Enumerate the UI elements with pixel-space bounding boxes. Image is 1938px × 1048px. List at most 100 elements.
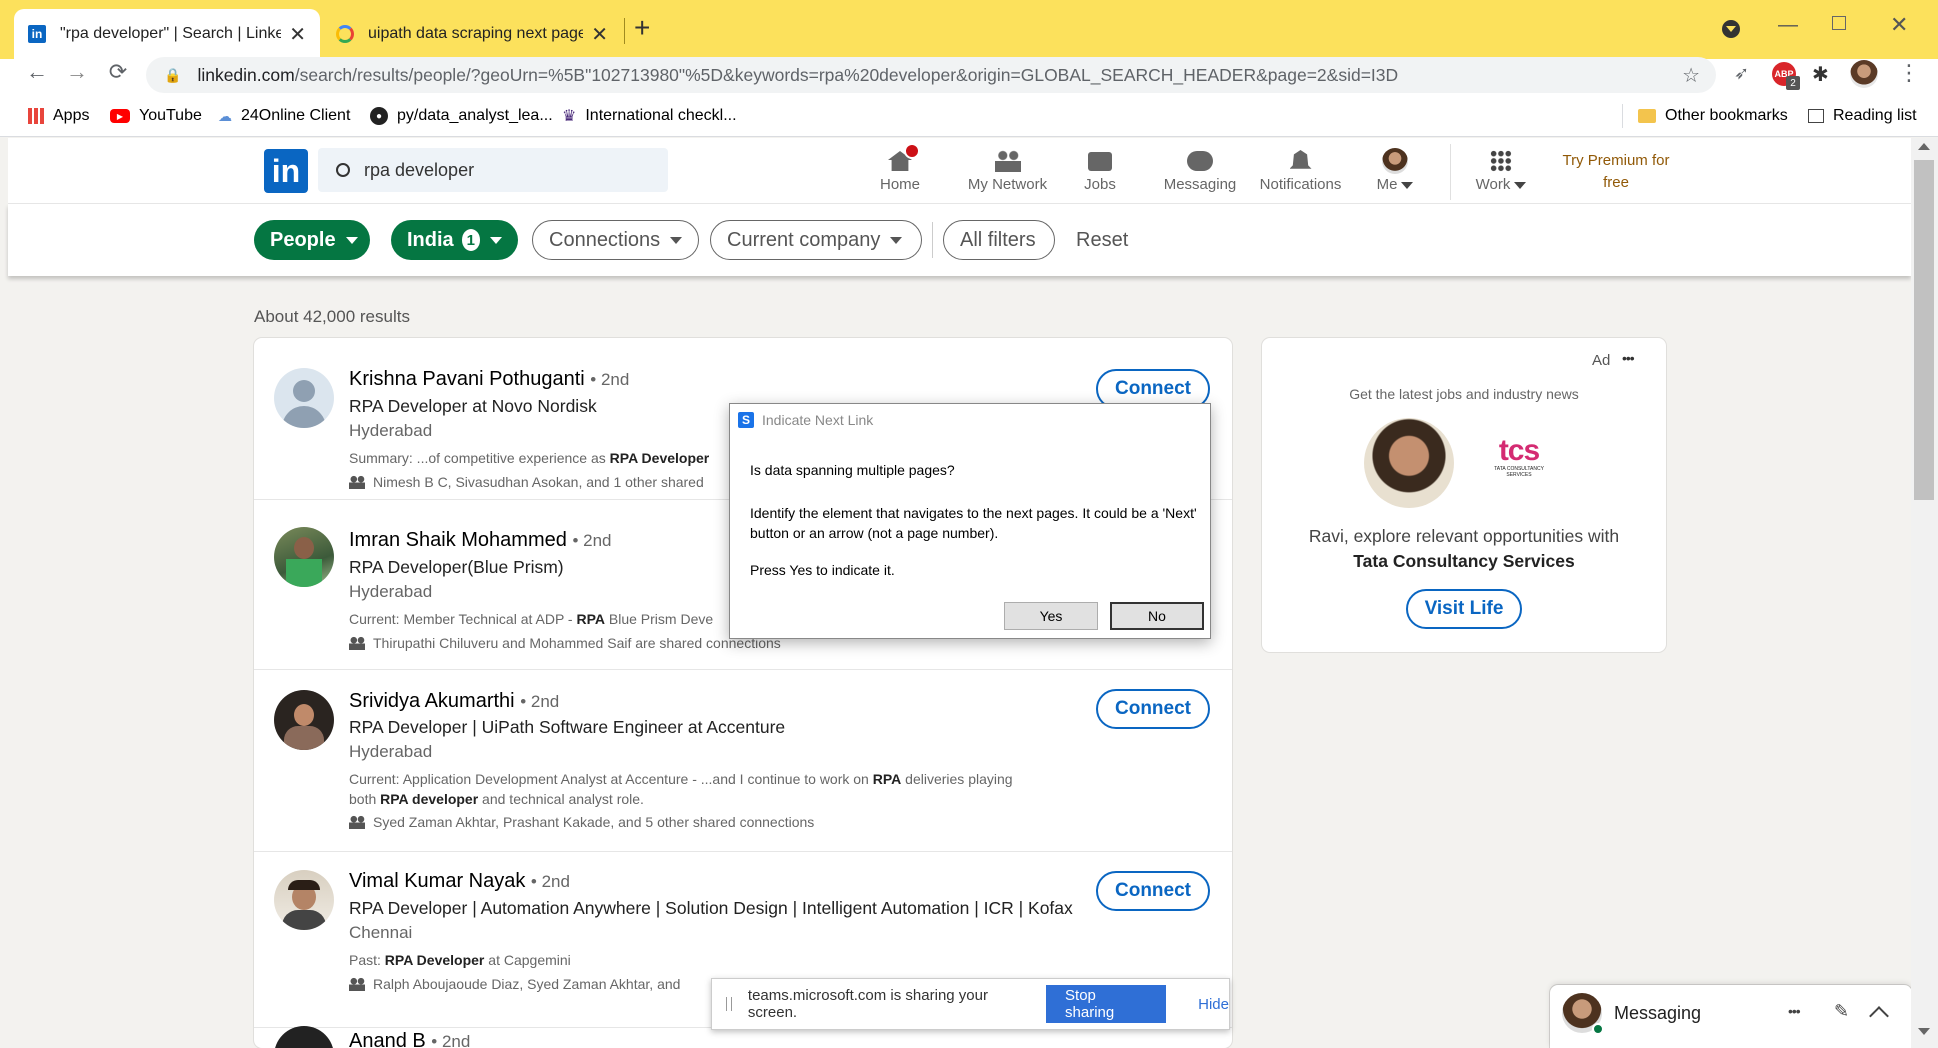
nav-home[interactable]: Home xyxy=(855,146,945,198)
filter-all-filters[interactable]: All filters xyxy=(943,220,1055,260)
chevron-up-icon[interactable] xyxy=(1869,1006,1889,1026)
stop-sharing-button[interactable]: Stop sharing xyxy=(1046,985,1167,1023)
filter-people[interactable]: People xyxy=(254,220,370,260)
scroll-down-icon[interactable] xyxy=(1918,1028,1930,1035)
person-name[interactable]: Anand B • 2nd xyxy=(349,1030,470,1048)
close-tab-icon[interactable]: ✕ xyxy=(591,22,608,47)
dialog-body: Identify the element that navigates to t… xyxy=(750,505,1197,541)
reload-icon[interactable]: ⟳ xyxy=(103,59,133,85)
caret-down-icon xyxy=(1401,182,1414,189)
messaging-label: Messaging xyxy=(1614,1003,1702,1023)
nav-label: My Network xyxy=(967,176,1048,193)
crest-icon: ♛ xyxy=(562,108,577,125)
shared-connections[interactable]: Nimesh B C, Sivasudhan Asokan, and 1 oth… xyxy=(349,474,704,490)
bookmark-star-icon[interactable]: ☆ xyxy=(1682,63,1700,88)
youtube-icon: ▶ xyxy=(110,109,130,123)
shared-connections[interactable]: Thirupathi Chiluveru and Mohammed Saif a… xyxy=(349,635,781,651)
nav-label: Home xyxy=(879,176,920,193)
notification-dot-icon xyxy=(904,143,920,159)
bookmark-24online[interactable]: ☁ 24Online Client xyxy=(218,97,350,135)
address-bar[interactable]: 🔒 linkedin.com/search/results/people/?ge… xyxy=(146,57,1716,93)
minimize-icon[interactable]: — xyxy=(1778,14,1798,37)
tab-google-search[interactable]: uipath data scraping next page navigatio… xyxy=(322,9,622,59)
nav-jobs[interactable]: Jobs xyxy=(1055,146,1145,198)
bookmark-international[interactable]: ♛ International checkl... xyxy=(562,97,737,135)
restore-icon[interactable] xyxy=(1832,16,1846,30)
person-summary: Current: Member Technical at ADP - RPA B… xyxy=(349,611,714,627)
extensions-puzzle-icon[interactable]: ✱ xyxy=(1812,62,1829,87)
filter-current-company[interactable]: Current company xyxy=(710,220,922,260)
connect-button[interactable]: Connect xyxy=(1096,689,1210,729)
back-arrow-icon[interactable]: ← xyxy=(22,59,52,85)
bookmark-other[interactable]: Other bookmarks xyxy=(1638,97,1788,135)
person-avatar[interactable] xyxy=(274,870,334,930)
github-icon: ● xyxy=(370,107,388,125)
shared-connections[interactable]: Syed Zaman Akhtar, Prashant Kakade, and … xyxy=(349,814,814,830)
sharing-message: teams.microsoft.com is sharing your scre… xyxy=(747,987,988,1021)
ad-more-icon[interactable]: ••• xyxy=(1622,350,1635,366)
person-name[interactable]: Srividya Akumarthi • 2nd xyxy=(349,690,559,713)
google-favicon-icon xyxy=(336,25,354,43)
bookmark-github[interactable]: ● py/data_analyst_lea... xyxy=(370,97,553,135)
window-close-icon[interactable]: ✕ xyxy=(1890,12,1908,38)
nav-my-network[interactable]: My Network xyxy=(955,146,1060,198)
person-name[interactable]: Imran Shaik Mohammed • 2nd xyxy=(349,529,611,552)
chat-bubble-icon xyxy=(1187,151,1213,171)
compose-icon[interactable]: ✎ xyxy=(1834,1001,1849,1022)
filter-india[interactable]: India 1 xyxy=(391,220,518,260)
person-avatar[interactable] xyxy=(274,368,334,428)
nav-messaging[interactable]: Messaging xyxy=(1155,146,1245,198)
chrome-menu-icon[interactable]: ⋮ xyxy=(1898,60,1920,86)
messaging-widget[interactable]: Messaging ••• ✎ xyxy=(1550,985,1912,1048)
nav-label: Me xyxy=(1376,176,1398,193)
try-premium-link[interactable]: Try Premium for free xyxy=(1556,150,1676,194)
scroll-up-icon[interactable] xyxy=(1918,143,1930,150)
person-summary: Summary: ...of competitive experience as… xyxy=(349,450,710,466)
dialog-instruction: Press Yes to indicate it. xyxy=(750,562,895,578)
filter-connections[interactable]: Connections xyxy=(532,220,699,260)
nav-label: Notifications xyxy=(1259,176,1342,193)
person-headline: RPA Developer at Novo Nordisk xyxy=(349,396,597,416)
caret-down-icon xyxy=(890,236,903,244)
nav-me[interactable]: Me xyxy=(1360,146,1430,198)
new-tab-plus-icon[interactable]: + xyxy=(634,12,650,44)
person-avatar[interactable] xyxy=(274,690,334,750)
linkedin-logo[interactable]: in xyxy=(264,149,308,193)
close-tab-icon[interactable]: ✕ xyxy=(289,22,306,47)
nav-notifications[interactable]: Notifications xyxy=(1253,146,1348,198)
person-avatar[interactable] xyxy=(274,527,334,587)
person-location: Hyderabad xyxy=(349,582,433,601)
person-location: Hyderabad xyxy=(349,421,433,440)
nav-divider xyxy=(1450,144,1451,200)
results-count: About 42,000 results xyxy=(254,307,410,326)
nav-work[interactable]: Work xyxy=(1456,146,1546,198)
no-button[interactable]: No xyxy=(1110,602,1204,630)
adblock-count-badge: 2 xyxy=(1786,76,1800,90)
hide-button[interactable]: Hide xyxy=(1198,996,1229,1013)
extension-feather-icon[interactable]: ➶ xyxy=(1734,63,1749,84)
yes-button[interactable]: Yes xyxy=(1004,602,1098,630)
connect-button[interactable]: Connect xyxy=(1096,871,1210,911)
visit-life-button[interactable]: Visit Life xyxy=(1406,589,1522,629)
scrollbar-thumb[interactable] xyxy=(1914,160,1934,500)
person-name[interactable]: Vimal Kumar Nayak • 2nd xyxy=(349,870,570,893)
url-path: /search/results/people/?geoUrn=%5B"10271… xyxy=(294,64,1399,85)
drag-handle-icon[interactable] xyxy=(726,997,732,1011)
bookmark-youtube[interactable]: ▶ YouTube xyxy=(110,97,202,135)
bookmark-apps[interactable]: Apps xyxy=(28,97,89,135)
shared-connections[interactable]: Ralph Aboujaoude Diaz, Syed Zaman Akhtar… xyxy=(349,976,680,992)
person-name[interactable]: Krishna Pavani Pothuganti • 2nd xyxy=(349,368,629,391)
messaging-more-icon[interactable]: ••• xyxy=(1788,1003,1801,1019)
dialog-titlebar: S Indicate Next Link xyxy=(738,412,873,428)
reading-list[interactable]: Reading list xyxy=(1808,97,1917,135)
tab-search-icon[interactable] xyxy=(1722,20,1740,38)
filter-label: Current company xyxy=(727,228,881,251)
forward-arrow-icon[interactable]: → xyxy=(62,59,92,85)
person-headline: RPA Developer | UiPath Software Engineer… xyxy=(349,717,786,737)
bell-icon xyxy=(1289,150,1312,169)
caret-down-icon xyxy=(670,236,683,244)
filter-reset[interactable]: Reset xyxy=(1060,220,1144,260)
global-search-input[interactable]: rpa developer xyxy=(318,148,668,192)
profile-avatar[interactable] xyxy=(1850,60,1878,88)
tab-linkedin-search[interactable]: in "rpa developer" | Search | LinkedIn ✕ xyxy=(14,9,320,59)
